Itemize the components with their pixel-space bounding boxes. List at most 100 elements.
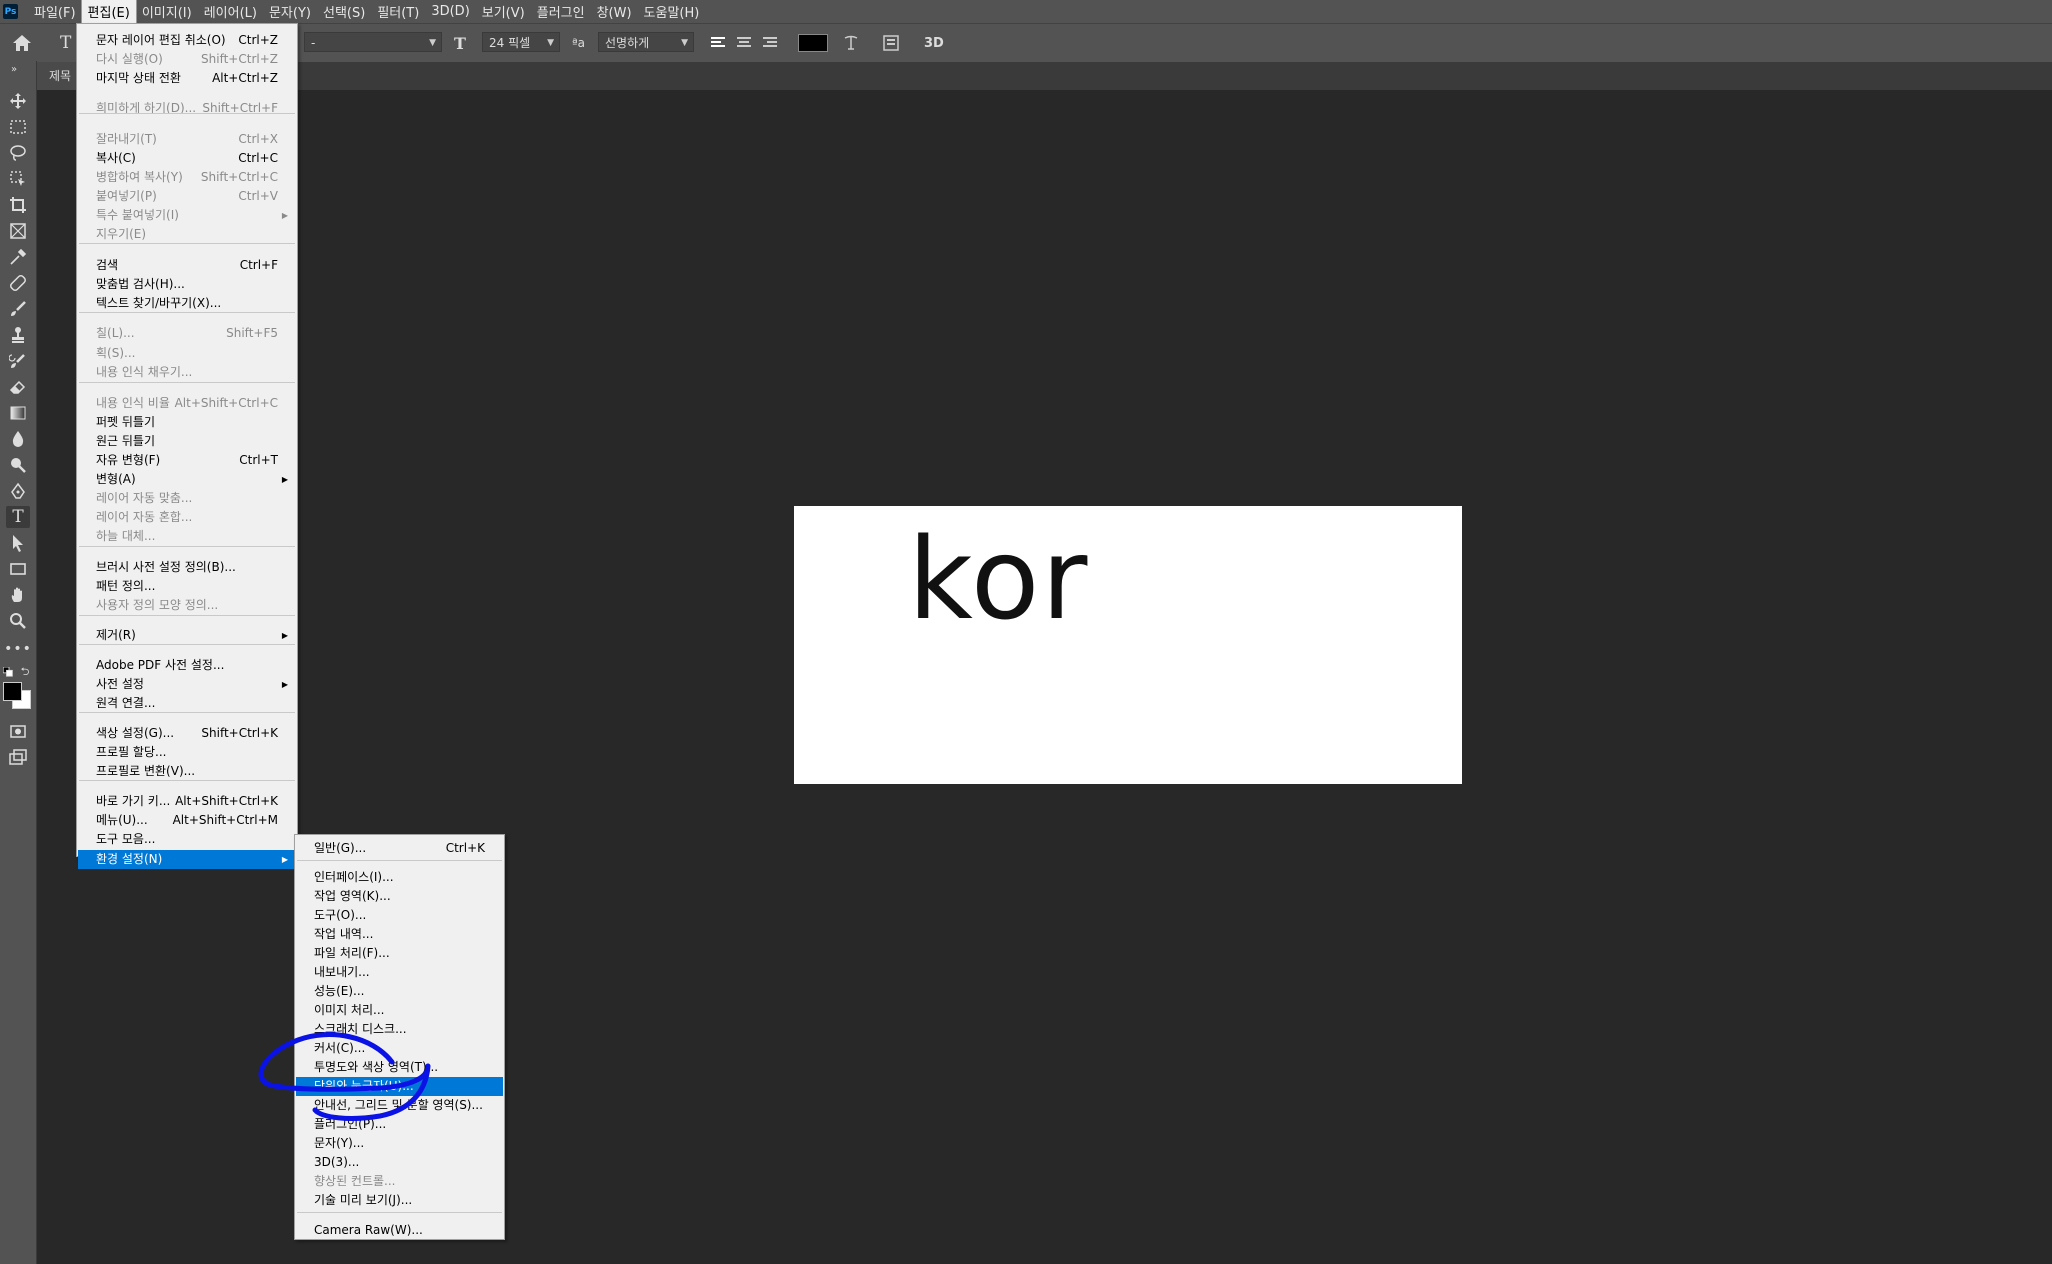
edit-menu-item-search[interactable]: 검색 Ctrl+F <box>78 256 296 275</box>
edit-menu-item-free-transform[interactable]: 자유 변형(F) Ctrl+T <box>78 451 296 470</box>
3d-button[interactable]: 3D <box>924 24 944 62</box>
font-size-select[interactable]: 24 픽셀 ▼ <box>482 32 560 52</box>
edit-menu-item-paste-special[interactable]: 특수 붙여넣기(I) ▶ <box>78 206 296 225</box>
type-tool-preset-icon[interactable]: T <box>60 24 71 62</box>
preferences-item-scratch-disks[interactable]: 스크래치 디스크... <box>296 1020 503 1039</box>
edit-menu-item-assign-profile[interactable]: 프로필 할당... <box>78 743 296 762</box>
preferences-item-guides-grid-slices[interactable]: 안내선, 그리드 및 분할 영역(S)... <box>296 1096 503 1115</box>
align-left-icon[interactable] <box>710 24 730 62</box>
more-tools-icon[interactable]: ••• <box>4 638 31 660</box>
preferences-item-transparency-gamut[interactable]: 투명도와 색상 영역(T)... <box>296 1058 503 1077</box>
menu-edit[interactable]: 편집(E) <box>80 0 137 24</box>
hand-tool-icon[interactable] <box>6 584 30 606</box>
menu-3d[interactable]: 3D(D) <box>425 2 475 21</box>
menu-file[interactable]: 파일(F) <box>28 0 82 23</box>
edit-menu-item-define-pattern[interactable]: 패턴 정의... <box>78 577 296 596</box>
edit-menu-item-keyboard-shortcuts[interactable]: 바로 가기 키... Alt+Shift+Ctrl+K <box>78 792 296 811</box>
blur-tool-icon[interactable] <box>6 428 30 450</box>
eyedropper-tool-icon[interactable] <box>6 246 30 268</box>
edit-menu-item-redo[interactable]: 다시 실행(O) Shift+Ctrl+Z <box>78 50 296 69</box>
rectangle-tool-icon[interactable] <box>6 558 30 580</box>
preferences-item-export[interactable]: 내보내기... <box>296 963 503 982</box>
antialias-select[interactable]: 선명하게 ▼ <box>598 32 694 52</box>
edit-menu-item-undo-type-edit[interactable]: 문자 레이어 편집 취소(O) Ctrl+Z <box>78 31 296 50</box>
menu-view[interactable]: 보기(V) <box>476 0 531 23</box>
edit-menu-item-stroke[interactable]: 획(S)... <box>78 344 296 363</box>
edit-menu-item-define-custom-shape[interactable]: 사용자 정의 모양 정의... <box>78 596 296 615</box>
preferences-item-cursors[interactable]: 커서(C)... <box>296 1039 503 1058</box>
align-right-icon[interactable] <box>762 24 782 62</box>
eraser-tool-icon[interactable] <box>6 376 30 398</box>
character-panel-icon[interactable] <box>882 24 900 62</box>
edit-menu-item-preferences[interactable]: 환경 설정(N) ▶ <box>78 850 296 869</box>
edit-menu-item-copy-merged[interactable]: 병합하여 복사(Y) Shift+Ctrl+C <box>78 168 296 187</box>
preferences-item-tools[interactable]: 도구(O)... <box>296 906 503 925</box>
document-canvas[interactable]: kor <box>794 506 1462 784</box>
preferences-item-image-processing[interactable]: 이미지 처리... <box>296 1001 503 1020</box>
edit-menu-item-check-spelling[interactable]: 맞춤법 검사(H)... <box>78 275 296 294</box>
clone-stamp-tool-icon[interactable] <box>6 324 30 346</box>
edit-menu-item-puppet-warp[interactable]: 퍼펫 뒤틀기 <box>78 413 296 432</box>
preferences-item-units-rulers[interactable]: 단위와 눈금자(U)... <box>296 1077 503 1096</box>
frame-tool-icon[interactable] <box>6 220 30 242</box>
edit-menu-item-clear[interactable]: 지우기(E) <box>78 225 296 244</box>
edit-menu-item-toggle-last-state[interactable]: 마지막 상태 전환 Alt+Ctrl+Z <box>78 69 296 88</box>
zoom-tool-icon[interactable] <box>6 610 30 632</box>
brush-tool-icon[interactable] <box>6 298 30 320</box>
home-icon[interactable] <box>12 24 32 62</box>
edit-menu-item-cut[interactable]: 잘라내기(T) Ctrl+X <box>78 130 296 149</box>
edit-menu-item-purge[interactable]: 제거(R) ▶ <box>78 626 296 645</box>
edit-menu-item-auto-blend-layers[interactable]: 레이어 자동 혼합... <box>78 508 296 527</box>
preferences-item-file-handling[interactable]: 파일 처리(F)... <box>296 944 503 963</box>
font-style-select[interactable]: - ▼ <box>304 32 442 52</box>
healing-brush-tool-icon[interactable] <box>6 272 30 294</box>
menu-help[interactable]: 도움말(H) <box>638 0 706 23</box>
marquee-tool-icon[interactable] <box>6 116 30 138</box>
edit-menu-item-fade[interactable]: 희미하게 하기(D)... Shift+Ctrl+F <box>78 99 296 118</box>
edit-menu-item-sky-replacement[interactable]: 하늘 대체... <box>78 527 296 546</box>
preferences-item-general[interactable]: 일반(G)... Ctrl+K <box>296 839 503 858</box>
edit-menu-item-define-brush-preset[interactable]: 브러시 사전 설정 정의(B)... <box>78 558 296 577</box>
menu-image[interactable]: 이미지(I) <box>136 0 198 23</box>
menu-layer[interactable]: 레이어(L) <box>198 0 263 23</box>
path-selection-tool-icon[interactable] <box>6 532 30 554</box>
edit-menu-item-transform[interactable]: 변형(A) ▶ <box>78 470 296 489</box>
warp-text-icon[interactable] <box>842 24 860 62</box>
align-center-icon[interactable] <box>736 24 756 62</box>
swap-colors-icon[interactable]: ⮌ <box>18 665 32 678</box>
quick-mask-icon[interactable] <box>6 720 30 742</box>
edit-menu-item-adobe-pdf-presets[interactable]: Adobe PDF 사전 설정... <box>78 656 296 675</box>
crop-tool-icon[interactable] <box>6 194 30 216</box>
preferences-item-enhanced-controls[interactable]: 향상된 컨트롤... <box>296 1172 503 1191</box>
edit-menu-item-perspective-warp[interactable]: 원근 뒤틀기 <box>78 432 296 451</box>
edit-menu-item-copy[interactable]: 복사(C) Ctrl+C <box>78 149 296 168</box>
menu-type[interactable]: 문자(Y) <box>263 0 317 23</box>
menu-window[interactable]: 창(W) <box>591 0 638 23</box>
edit-menu-item-color-settings[interactable]: 색상 설정(G)... Shift+Ctrl+K <box>78 724 296 743</box>
edit-menu-item-content-aware-fill[interactable]: 내용 인식 채우기... <box>78 363 296 382</box>
pen-tool-icon[interactable] <box>6 480 30 502</box>
preferences-item-3d[interactable]: 3D(3)... <box>296 1153 503 1172</box>
menu-plugins[interactable]: 플러그인 <box>531 0 591 23</box>
preferences-item-technology-previews[interactable]: 기술 미리 보기(J)... <box>296 1191 503 1210</box>
object-selection-tool-icon[interactable] <box>6 168 30 190</box>
preferences-item-interface[interactable]: 인터페이스(I)... <box>296 868 503 887</box>
edit-menu-item-find-replace-text[interactable]: 텍스트 찾기/바꾸기(X)... <box>78 294 296 313</box>
preferences-item-workspace[interactable]: 작업 영역(K)... <box>296 887 503 906</box>
preferences-item-history-log[interactable]: 작업 내역... <box>296 925 503 944</box>
preferences-item-type[interactable]: 문자(Y)... <box>296 1134 503 1153</box>
preferences-item-camera-raw[interactable]: Camera Raw(W)... <box>296 1221 503 1240</box>
dodge-tool-icon[interactable] <box>6 454 30 476</box>
edit-menu-item-content-aware-scale[interactable]: 내용 인식 비율 Alt+Shift+Ctrl+C <box>78 394 296 413</box>
lasso-tool-icon[interactable] <box>6 142 30 164</box>
foreground-color-swatch[interactable] <box>3 682 22 701</box>
edit-menu-item-fill[interactable]: 칠(L)... Shift+F5 <box>78 324 296 343</box>
menu-filter[interactable]: 필터(T) <box>371 0 425 23</box>
edit-menu-item-remote-connections[interactable]: 원격 연결... <box>78 694 296 713</box>
history-brush-tool-icon[interactable] <box>6 350 30 372</box>
menu-select[interactable]: 선택(S) <box>317 0 371 23</box>
move-tool-icon[interactable] <box>6 90 30 112</box>
edit-menu-item-convert-to-profile[interactable]: 프로필로 변환(V)... <box>78 762 296 781</box>
canvas-text-layer[interactable]: kor <box>908 524 1089 636</box>
screen-mode-icon[interactable] <box>6 746 30 768</box>
